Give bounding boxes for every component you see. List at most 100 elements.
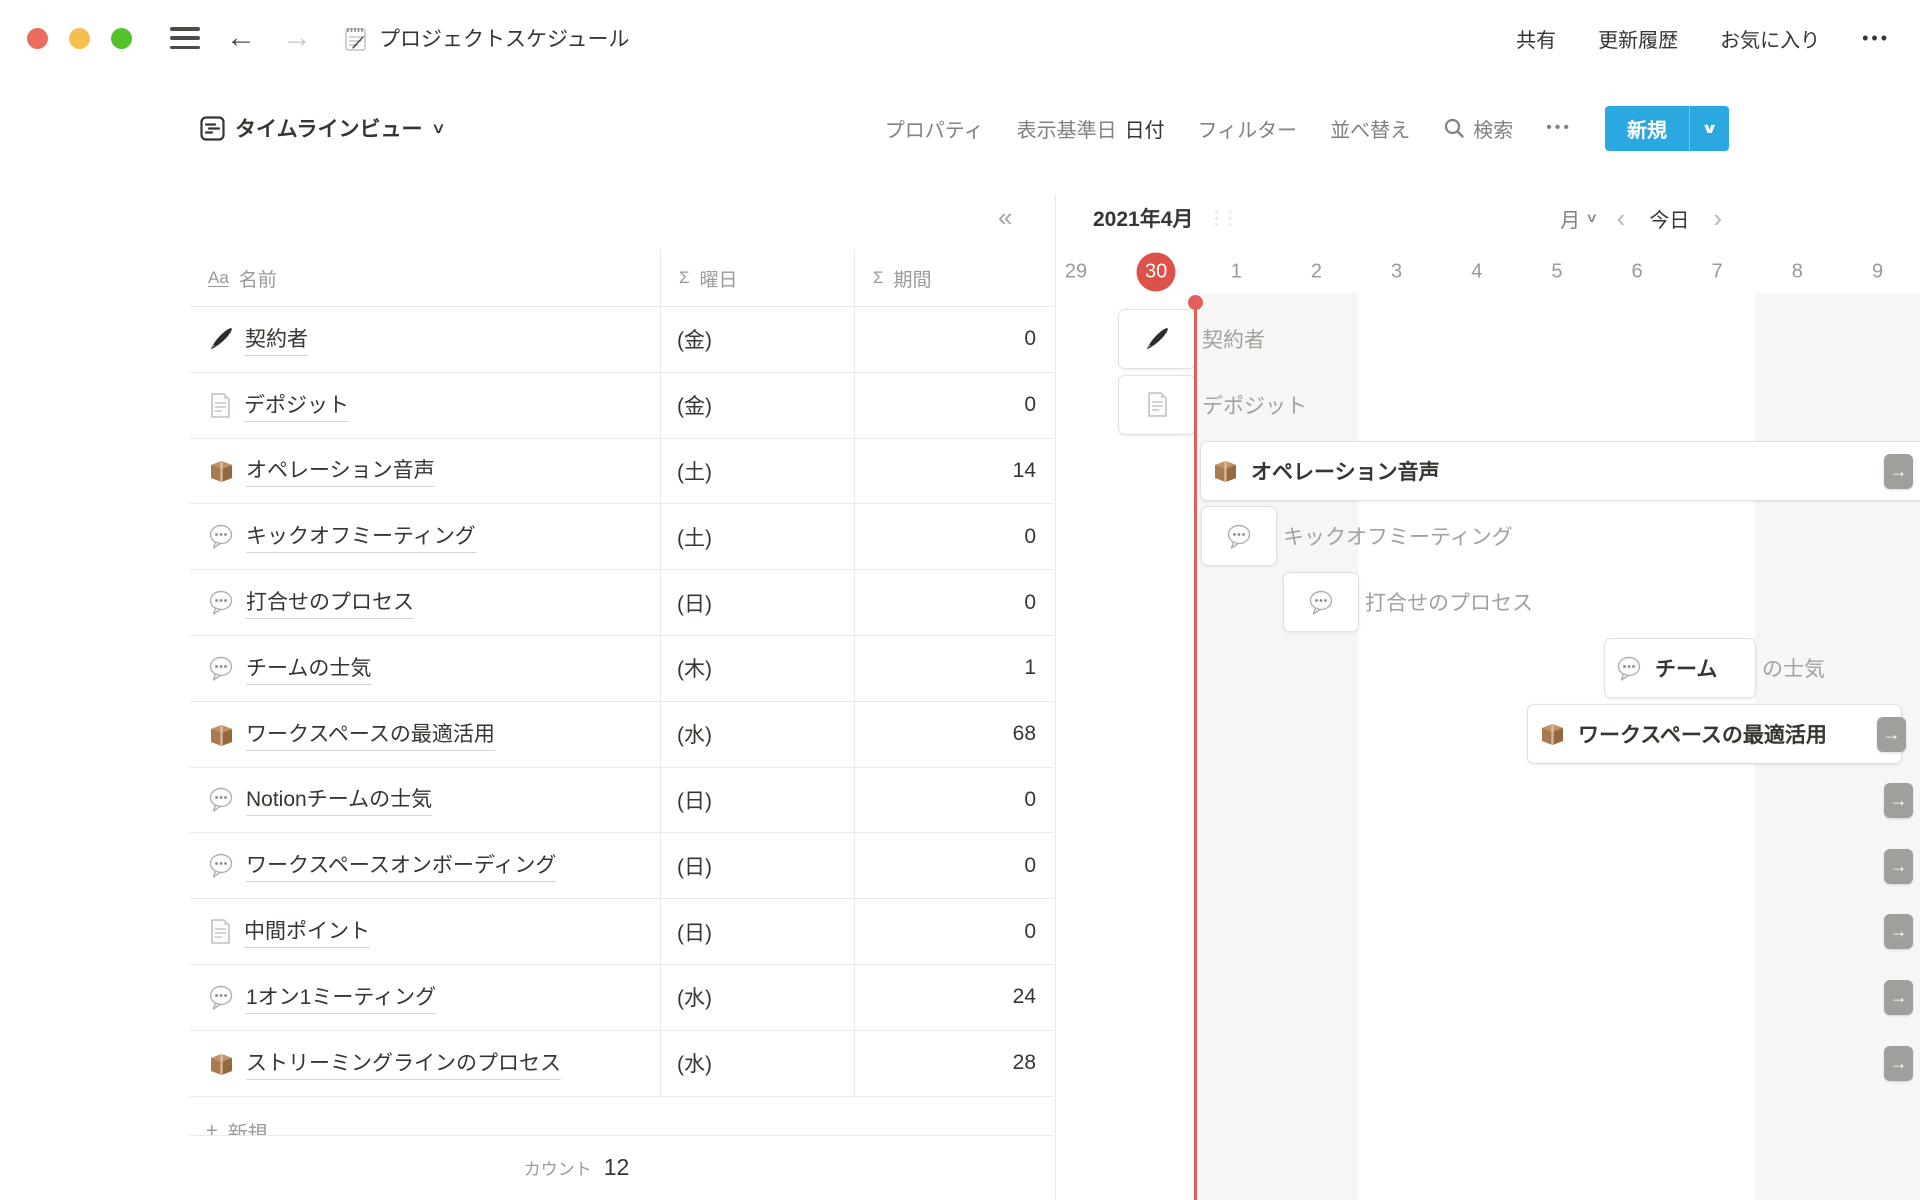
- row-day-cell[interactable]: (土): [660, 439, 854, 504]
- row-day-cell[interactable]: (金): [660, 307, 854, 372]
- scroll-to-offscreen-bar-button[interactable]: →: [1884, 914, 1913, 949]
- bar-overflow-title: 契約者: [1202, 309, 1265, 369]
- row-day-cell[interactable]: (水): [660, 702, 854, 767]
- today-marker-dot: [1188, 295, 1203, 310]
- row-name-cell[interactable]: 中間ポイント: [190, 899, 660, 964]
- new-button-dropdown[interactable]: ∨: [1689, 106, 1729, 151]
- row-name-cell[interactable]: オペレーション音声: [190, 439, 660, 504]
- row-name-label: 契約者: [245, 323, 308, 356]
- prev-period-icon[interactable]: ‹: [1617, 205, 1626, 231]
- scroll-to-offscreen-bar-button[interactable]: →: [1884, 980, 1913, 1015]
- new-button-label[interactable]: 新規: [1605, 106, 1689, 151]
- update-history-button[interactable]: 更新履歴: [1598, 24, 1678, 53]
- close-window-button[interactable]: [27, 28, 48, 49]
- row-day-cell[interactable]: (日): [660, 570, 854, 635]
- row-name-cell[interactable]: 契約者: [190, 307, 660, 372]
- row-duration-cell[interactable]: 0: [854, 768, 1053, 833]
- zoom-window-button[interactable]: [111, 28, 132, 49]
- more-options-icon[interactable]: •••: [1862, 28, 1890, 49]
- row-day-cell[interactable]: (金): [660, 373, 854, 438]
- date-cell[interactable]: 29: [1065, 260, 1087, 283]
- row-day-cell[interactable]: (木): [660, 636, 854, 701]
- timeline-date-ruler[interactable]: 29 30 1 2 3 4 5 6 7 8 9: [1062, 250, 1920, 293]
- package-icon: [1212, 457, 1239, 484]
- properties-button[interactable]: プロパティ: [885, 114, 984, 143]
- add-row-button[interactable]: +新規: [190, 1097, 1053, 1136]
- timeline-bar[interactable]: [1283, 572, 1359, 632]
- row-duration-cell[interactable]: 0: [854, 833, 1053, 898]
- filter-button[interactable]: フィルター: [1198, 114, 1298, 143]
- sort-button[interactable]: 並べ替え: [1330, 114, 1410, 143]
- date-cell[interactable]: 1: [1231, 260, 1242, 283]
- timeline-bar[interactable]: [1118, 309, 1196, 369]
- scroll-to-offscreen-bar-button[interactable]: →: [1884, 783, 1913, 818]
- row-day-cell[interactable]: (水): [660, 965, 854, 1030]
- view-switcher[interactable]: タイムラインビュー ∨: [200, 113, 444, 143]
- date-cell[interactable]: 7: [1712, 260, 1723, 283]
- scroll-to-bar-end-button[interactable]: →: [1877, 717, 1906, 752]
- date-cell[interactable]: 4: [1471, 260, 1482, 283]
- panel-divider[interactable]: [1055, 195, 1056, 1200]
- package-icon: [208, 1050, 235, 1077]
- column-header-day[interactable]: Σ曜日: [660, 250, 854, 306]
- date-cell[interactable]: 3: [1391, 260, 1402, 283]
- row-day-cell[interactable]: (日): [660, 899, 854, 964]
- row-duration-cell[interactable]: 0: [854, 570, 1053, 635]
- favorite-button[interactable]: お気に入り: [1720, 24, 1820, 53]
- row-name-cell[interactable]: チームの士気: [190, 636, 660, 701]
- row-name-cell[interactable]: ワークスペースオンボーディング: [190, 833, 660, 898]
- page-title[interactable]: プロジェクトスケジュール: [342, 23, 630, 53]
- search-button[interactable]: 検索: [1443, 114, 1513, 143]
- today-button[interactable]: 今日: [1649, 204, 1689, 233]
- row-name-cell[interactable]: デポジット: [190, 373, 660, 438]
- share-button[interactable]: 共有: [1516, 24, 1556, 53]
- row-duration-cell[interactable]: 1: [854, 636, 1053, 701]
- collapse-table-icon[interactable]: «: [998, 202, 1010, 233]
- column-header-name[interactable]: Aa名前: [190, 250, 660, 306]
- date-cell-today[interactable]: 30: [1137, 252, 1176, 291]
- row-name-cell[interactable]: ワークスペースの最適活用: [190, 702, 660, 767]
- row-name-cell[interactable]: 打合せのプロセス: [190, 570, 660, 635]
- row-duration-cell[interactable]: 0: [854, 373, 1053, 438]
- row-name-cell[interactable]: キックオフミーティング: [190, 504, 660, 569]
- row-duration-cell[interactable]: 0: [854, 307, 1053, 372]
- next-period-icon[interactable]: ›: [1713, 205, 1722, 231]
- date-basis-button[interactable]: 表示基準日 日付: [1017, 114, 1165, 143]
- scroll-to-offscreen-bar-button[interactable]: →: [1884, 849, 1913, 884]
- row-duration-cell[interactable]: 0: [854, 899, 1053, 964]
- row-day-cell[interactable]: (水): [660, 1031, 854, 1096]
- timeline-bar[interactable]: チーム: [1604, 638, 1756, 698]
- row-duration-cell[interactable]: 28: [854, 1031, 1053, 1096]
- row-duration-cell[interactable]: 0: [854, 504, 1053, 569]
- date-cell[interactable]: 8: [1792, 260, 1803, 283]
- row-duration-cell[interactable]: 14: [854, 439, 1053, 504]
- timeline-bar[interactable]: オペレーション音声: [1200, 441, 1920, 501]
- scroll-to-bar-end-button[interactable]: →: [1884, 454, 1913, 489]
- date-cell[interactable]: 9: [1872, 260, 1883, 283]
- row-name-cell[interactable]: Notionチームの士気: [190, 768, 660, 833]
- nav-back-icon[interactable]: ←: [226, 23, 256, 53]
- new-button[interactable]: 新規 ∨: [1605, 106, 1729, 151]
- row-name-cell[interactable]: 1オン1ミーティング: [190, 965, 660, 1030]
- row-day-cell[interactable]: (日): [660, 768, 854, 833]
- row-duration-cell[interactable]: 24: [854, 965, 1053, 1030]
- column-header-label: 名前: [239, 265, 277, 292]
- date-cell[interactable]: 6: [1631, 260, 1642, 283]
- row-day-cell[interactable]: (土): [660, 504, 854, 569]
- row-duration-cell[interactable]: 68: [854, 702, 1053, 767]
- timeline-scale-selector[interactable]: 月 ∨: [1560, 204, 1597, 233]
- row-day-cell[interactable]: (日): [660, 833, 854, 898]
- date-cell[interactable]: 2: [1311, 260, 1322, 283]
- timeline-bar[interactable]: [1201, 506, 1277, 566]
- nav-forward-icon[interactable]: →: [282, 23, 312, 53]
- scroll-to-offscreen-bar-button[interactable]: →: [1884, 1046, 1913, 1081]
- row-name-cell[interactable]: ストリーミングラインのプロセス: [190, 1031, 660, 1096]
- date-cell[interactable]: 5: [1551, 260, 1562, 283]
- sidebar-menu-icon[interactable]: [170, 27, 200, 49]
- minimize-window-button[interactable]: [69, 28, 90, 49]
- timeline-bar[interactable]: ワークスペースの最適活用: [1527, 704, 1902, 764]
- view-more-options-icon[interactable]: •••: [1546, 119, 1572, 137]
- row-name-label: ストリーミングラインのプロセス: [246, 1047, 561, 1080]
- column-header-duration[interactable]: Σ期間: [854, 250, 1053, 306]
- timeline-bar[interactable]: [1118, 375, 1196, 435]
